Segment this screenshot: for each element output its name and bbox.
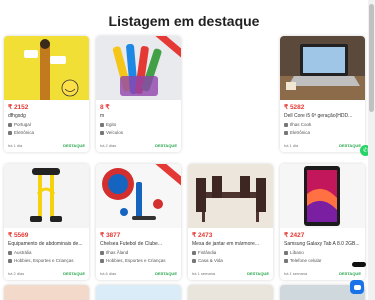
section-title: Listagem em destaque (108, 13, 260, 29)
listing-price: ₹ 5282 (284, 104, 305, 111)
listing-price: ₹ 3877 (100, 232, 121, 239)
listing-location: Ilhas Cook (284, 122, 361, 127)
listing-age: há 1 semana (284, 271, 308, 276)
listing-footer: há 2 dias DESTAQUE (8, 271, 85, 276)
listing-age: há 2 dias (8, 271, 25, 276)
listing-title[interactable]: Mesa de jantar em mármore... (192, 241, 269, 247)
listing-location: Portugal (8, 122, 85, 127)
featured-badge: DESTAQUE (339, 143, 361, 148)
category-icon (100, 130, 104, 135)
location-pin-icon (8, 250, 12, 255)
category-icon (284, 130, 288, 135)
listing-age: há 1 semana (192, 271, 216, 276)
listing-image[interactable] (280, 36, 365, 100)
featured-badge: DESTAQUE (155, 271, 177, 276)
listing-location: Austrália (8, 250, 85, 255)
listing-footer: há 6 dias DESTAQUE (100, 271, 177, 276)
listing-age: há 1 dia (8, 143, 23, 148)
listing-location: Finlândia (192, 250, 269, 255)
category-icon (100, 258, 104, 263)
listing-image[interactable] (280, 164, 365, 228)
listing-age: há 6 dias (100, 271, 117, 276)
category-icon (192, 258, 196, 263)
listing-category: Casa & Vida (192, 258, 269, 263)
listing-category: Veículos (100, 130, 177, 135)
listing-title[interactable]: dfhgsdg (8, 113, 85, 119)
listing-card[interactable]: ₹ 5569 Equipamento de abdominais de... A… (4, 164, 89, 280)
listing-category: Hobbies, Esportes e Crianças (8, 258, 85, 263)
listing-card-partial[interactable] (4, 285, 89, 300)
featured-badge: DESTAQUE (247, 271, 269, 276)
location-pin-icon (100, 250, 104, 255)
listing-price: ₹ 2427 (284, 232, 305, 239)
listing-category: Eletrônica (284, 130, 361, 135)
listing-category: Telefone celular (284, 258, 361, 263)
listing-category: Eletrônica (8, 130, 85, 135)
listing-image[interactable] (96, 36, 181, 100)
listing-price: ₹ 2152 (8, 104, 29, 111)
scroll-top-handle[interactable] (352, 262, 366, 267)
listing-card-partial[interactable] (188, 285, 273, 300)
listing-price: 8 ₹ (100, 104, 110, 111)
category-icon (8, 130, 12, 135)
listing-card[interactable]: ₹ 2152 dfhgsdg Portugal Eletrônica há 1 … (4, 36, 89, 152)
listing-grid: ₹ 2152 dfhgsdg Portugal Eletrônica há 1 … (4, 36, 366, 280)
listing-card[interactable]: ₹ 5282 Dell Core i5 6ª geração(HDD... Il… (280, 36, 365, 152)
listing-footer: há 2 dias DESTAQUE (100, 143, 177, 148)
listing-title[interactable]: Equipamento de abdominais de... (8, 241, 85, 247)
listing-image[interactable] (4, 36, 89, 100)
listing-footer: há 1 semana DESTAQUE (284, 271, 361, 276)
listing-row-partial (4, 285, 366, 300)
category-icon (284, 258, 288, 263)
featured-badge: DESTAQUE (63, 143, 85, 148)
location-pin-icon (8, 122, 12, 127)
listing-category: Hobbies, Esportes e Crianças (100, 258, 177, 263)
page: Listagem em destaque ₹ 2152 dfhgsdg Port… (0, 0, 375, 300)
scrollbar-thumb[interactable] (369, 4, 374, 112)
listing-title[interactable]: m (100, 113, 177, 119)
listing-age: há 2 dias (100, 143, 117, 148)
listing-image[interactable] (96, 164, 181, 228)
listing-image[interactable] (188, 164, 273, 228)
listing-location: Egito (100, 122, 177, 127)
listing-age: há 1 dia (284, 143, 299, 148)
chat-icon[interactable] (350, 280, 364, 294)
scrollbar[interactable] (368, 0, 375, 300)
listing-footer: há 1 semana DESTAQUE (192, 271, 269, 276)
listing-card-partial[interactable] (96, 285, 181, 300)
location-pin-icon (100, 122, 104, 127)
listing-title[interactable]: Chelsea Futebol de Clube... (100, 241, 177, 247)
listing-card[interactable]: ₹ 2473 Mesa de jantar em mármore... Finl… (188, 164, 273, 280)
listing-price: ₹ 2473 (192, 232, 213, 239)
listing-image[interactable] (4, 164, 89, 228)
featured-badge: DESTAQUE (155, 143, 177, 148)
listing-location: Líbano (284, 250, 361, 255)
location-pin-icon (284, 250, 288, 255)
listing-footer: há 1 dia DESTAQUE (284, 143, 361, 148)
featured-badge: DESTAQUE (339, 271, 361, 276)
listing-price: ₹ 5569 (8, 232, 29, 239)
location-pin-icon (284, 122, 288, 127)
listing-card-empty (188, 36, 273, 152)
listing-card[interactable]: 8 ₹ m Egito Veículos há 2 dias DESTAQUE (96, 36, 181, 152)
listing-title[interactable]: Dell Core i5 6ª geração(HDD... (284, 113, 361, 119)
featured-badge: DESTAQUE (63, 271, 85, 276)
location-pin-icon (192, 250, 196, 255)
listing-title[interactable]: Samsung Galaxy Tab A 8.0 2GB... (284, 241, 361, 247)
listing-card[interactable]: ₹ 3877 Chelsea Futebol de Clube... Ilhas… (96, 164, 181, 280)
listing-footer: há 1 dia DESTAQUE (8, 143, 85, 148)
listing-location: Ilhas Åland (100, 250, 177, 255)
category-icon (8, 258, 12, 263)
